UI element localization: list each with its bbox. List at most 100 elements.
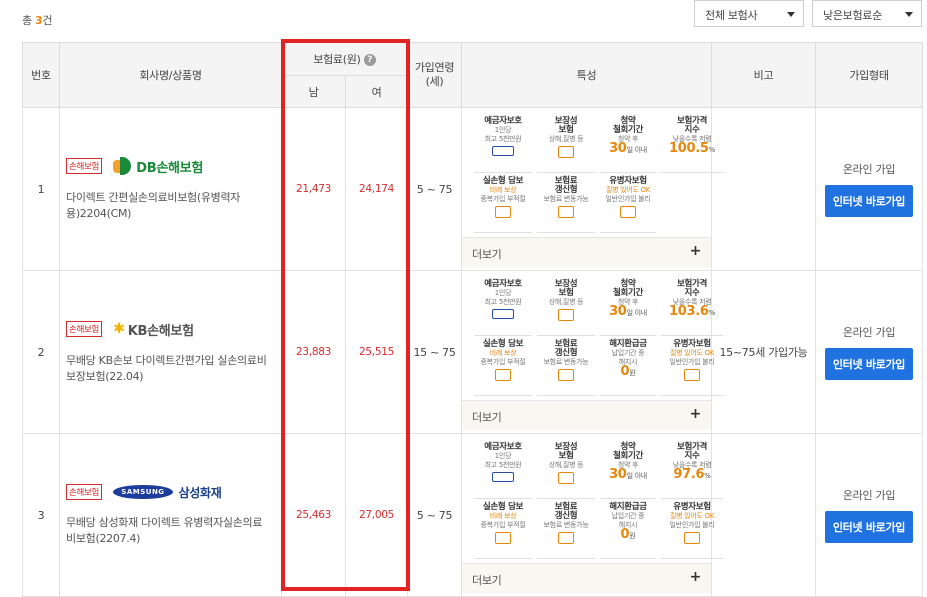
- help-icon[interactable]: ?: [363, 54, 376, 66]
- join-type: 온라인 가입: [842, 326, 896, 339]
- company-cell: 손해보험 DB손해보험 다이렉트 간편실손의료비보험(유병력자용)2204(CM…: [59, 107, 282, 271]
- note-cell: [711, 107, 816, 271]
- company-cell: 손해보험 ✱ KB손해보험 무배당 KB손보 다이렉트간편가입 실손의료비보장보험…: [59, 270, 282, 434]
- features-cell: 예금자보호 1인당 최고 5천만원 보장성 보험 상해,질병 등 청약 철회기간 청약…: [461, 270, 723, 434]
- join-cell: 온라인 가입 인터넷 바로가입: [815, 107, 923, 271]
- chevron-down-icon: [787, 12, 795, 17]
- bowl-icon: [558, 309, 574, 321]
- feature-renewal: 보험료 갱신형 보험료 변동가능: [537, 340, 595, 396]
- header-age: 가입연령 (세): [407, 42, 462, 108]
- product-name[interactable]: 무배당 KB손보 다이렉트간편가입 실손의료비보장보험(22.04): [66, 353, 281, 385]
- company-logo: DB손해보험: [136, 160, 204, 176]
- header-female: 여: [345, 75, 408, 108]
- feature-withdrawal: 청약 철회기간 청약 후 30일 이내: [600, 443, 656, 499]
- row-number: 2: [22, 270, 60, 434]
- bowl-icon: [558, 146, 574, 158]
- male-premium: 25,463: [281, 433, 346, 597]
- feature-indemnity: 실손형 담보 비례 보상 중복가입 부적절: [474, 177, 532, 233]
- header-join: 가입형태: [815, 42, 923, 108]
- sort-select[interactable]: 낮은보험료순: [812, 0, 922, 27]
- chart-icon: [558, 206, 574, 218]
- join-age: 15 ~ 75: [407, 270, 462, 434]
- feature-refund: 해지환급금 납입기간 중 해지시 0원: [600, 503, 656, 559]
- row-number: 1: [22, 107, 60, 271]
- product-name[interactable]: 무배당 삼성화재 다이렉트 유병력자실손의료비보험(2207.4): [66, 515, 281, 547]
- feature-coverage: 보장성 보험 상해,질병 등: [537, 280, 595, 336]
- company-logo: KB손해보험: [127, 323, 194, 339]
- female-premium: 24,174: [345, 107, 408, 271]
- table-row: 3 손해보험 SAMSUNG 삼성화재 무배당 삼성화재 다이렉트 유병력자실손의…: [22, 433, 923, 597]
- company-logo: 삼성화재: [178, 485, 222, 500]
- company-cell: 손해보험 SAMSUNG 삼성화재 무배당 삼성화재 다이렉트 유병력자실손의료비…: [59, 433, 282, 597]
- heart-hand-icon: [620, 206, 636, 218]
- product-name[interactable]: 다이렉트 간편실손의료비보험(유병력자용)2204(CM): [66, 190, 281, 222]
- join-type: 온라인 가입: [842, 163, 896, 176]
- deposit-card-icon: [492, 146, 514, 156]
- feature-withdrawal: 청약 철회기간 청약 후 30일 이내: [600, 117, 656, 173]
- feature-chronic: 유병자보험 질병 있어도 OK 일반인가입 불리: [661, 340, 723, 396]
- document-icon: [495, 206, 511, 218]
- join-age: 5 ~ 75: [407, 433, 462, 597]
- plus-icon: +: [689, 569, 702, 585]
- category-badge: 손해보험: [66, 321, 103, 337]
- chart-icon: [558, 369, 574, 381]
- feature-chronic: 유병자보험 질병 있어도 OK 일반인가입 불리: [661, 503, 723, 559]
- plus-icon: +: [689, 406, 702, 422]
- document-icon: [495, 532, 511, 544]
- result-count: 총 3건: [22, 14, 53, 27]
- feature-renewal: 보험료 갱신형 보험료 변동가능: [537, 177, 595, 233]
- category-badge: 손해보험: [66, 484, 103, 500]
- male-premium: 23,883: [281, 270, 346, 434]
- features-cell: 예금자보호 1인당 최고 5천만원 보장성 보험 상해,질병 등 청약 철회기간 청약…: [461, 433, 723, 597]
- bowl-icon: [558, 472, 574, 484]
- document-icon: [495, 369, 511, 381]
- feature-renewal: 보험료 갱신형 보험료 변동가능: [537, 503, 595, 559]
- deposit-card-icon: [492, 472, 514, 482]
- db-logo-icon: [113, 157, 133, 175]
- feature-deposit-protection: 예금자보호 1인당 최고 5천만원: [474, 117, 532, 173]
- join-cell: 온라인 가입 인터넷 바로가입: [815, 433, 923, 597]
- female-premium: 27,005: [345, 433, 408, 597]
- header-features: 특성: [461, 42, 712, 108]
- feature-price-index: 보험가격 지수 낮을수록 저렴 103.6%: [661, 280, 723, 336]
- table-row: 1 손해보험 DB손해보험 다이렉트 간편실손의료비보험(유병력자용)2204(…: [22, 107, 923, 271]
- feature-indemnity: 실손형 담보 비례 보상 중복가입 부적절: [474, 503, 532, 559]
- note-cell: [711, 433, 816, 597]
- category-badge: 손해보험: [66, 158, 103, 174]
- feature-price-index: 보험가격 지수 낮을수록 저렴 97.6%: [661, 443, 723, 499]
- feature-indemnity: 실손형 담보 비례 보상 중복가입 부적절: [474, 340, 532, 396]
- join-age: 5 ~ 75: [407, 107, 462, 271]
- kb-star-icon: ✱: [113, 321, 125, 337]
- chart-icon: [558, 532, 574, 544]
- feature-chronic: 유병자보험 질병 있어도 OK 일반인가입 불리: [600, 177, 656, 233]
- direct-join-button[interactable]: 인터넷 바로가입: [824, 185, 914, 217]
- more-toggle[interactable]: 더보기 +: [462, 400, 711, 430]
- plus-icon: +: [689, 243, 702, 259]
- header-male: 남: [281, 75, 346, 108]
- insurance-table: 번호 회사명/상품명 보험료(원) ? 가입연령 (세) 특성 비고 가입형태 …: [22, 42, 923, 597]
- header-note: 비고: [711, 42, 816, 108]
- deposit-card-icon: [492, 309, 514, 319]
- company-filter-select[interactable]: 전체 보험사: [694, 0, 804, 27]
- samsung-logo-mark: SAMSUNG: [113, 485, 173, 499]
- header-premium: 보험료(원) ?: [281, 42, 408, 76]
- join-cell: 온라인 가입 인터넷 바로가입: [815, 270, 923, 434]
- feature-deposit-protection: 예금자보호 1인당 최고 5천만원: [474, 443, 532, 499]
- female-premium: 25,515: [345, 270, 408, 434]
- note-cell: 15~75세 가입가능: [711, 270, 816, 434]
- direct-join-button[interactable]: 인터넷 바로가입: [824, 511, 914, 543]
- male-premium: 21,473: [281, 107, 346, 271]
- header-num: 번호: [22, 42, 60, 108]
- header-company: 회사명/상품명: [59, 42, 282, 108]
- feature-refund: 해지환급금 납입기간 중 해지시 0원: [600, 340, 656, 396]
- more-toggle[interactable]: 더보기 +: [462, 237, 711, 267]
- join-type: 온라인 가입: [842, 489, 896, 502]
- row-number: 3: [22, 433, 60, 597]
- more-toggle[interactable]: 더보기 +: [462, 563, 711, 593]
- feature-withdrawal: 청약 철회기간 청약 후 30일 이내: [600, 280, 656, 336]
- direct-join-button[interactable]: 인터넷 바로가입: [824, 348, 914, 380]
- table-row: 2 손해보험 ✱ KB손해보험 무배당 KB손보 다이렉트간편가입 실손의료비보장…: [22, 270, 923, 434]
- heart-hand-icon: [684, 369, 700, 381]
- heart-hand-icon: [684, 532, 700, 544]
- feature-price-index: 보험가격 지수 낮을수록 저렴 100.5%: [661, 117, 723, 173]
